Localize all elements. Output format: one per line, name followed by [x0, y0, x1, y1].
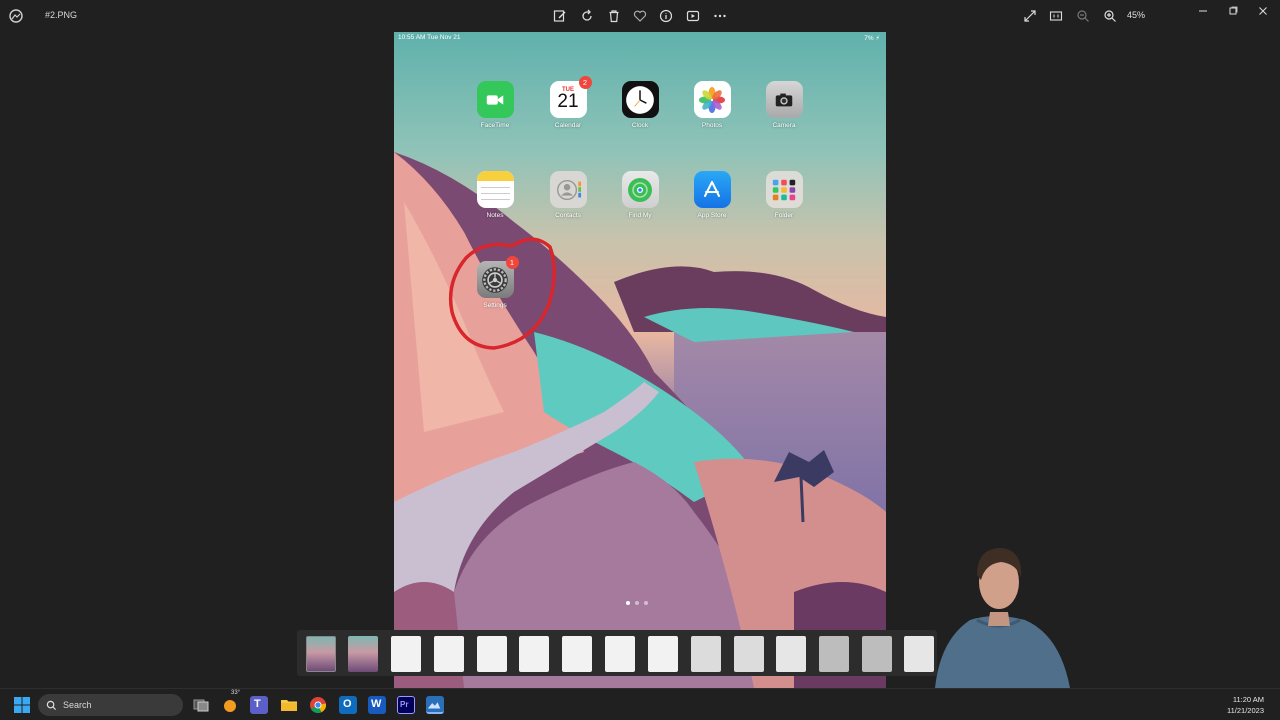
- filmstrip-thumbnail[interactable]: [306, 636, 336, 672]
- filmstrip-thumbnail[interactable]: [434, 636, 464, 672]
- page-indicator[interactable]: [626, 601, 648, 605]
- outlook-icon[interactable]: O: [339, 696, 357, 714]
- minimize-icon[interactable]: [1188, 2, 1218, 20]
- photos-taskbar-icon[interactable]: [426, 696, 444, 714]
- task-view-icon[interactable]: [192, 696, 210, 714]
- taskbar-search[interactable]: Search: [38, 694, 183, 716]
- filmstrip-thumbnail[interactable]: [862, 636, 892, 672]
- info-icon[interactable]: [658, 8, 674, 24]
- filmstrip-thumbnail[interactable]: [819, 636, 849, 672]
- filmstrip-thumbnail[interactable]: [348, 636, 378, 672]
- search-icon: [46, 700, 57, 710]
- filmstrip-thumbnail[interactable]: [776, 636, 806, 672]
- status-battery: 7% ⚡: [864, 35, 880, 42]
- app-app-store[interactable]: App Store: [682, 171, 742, 219]
- edit-icon[interactable]: [552, 8, 568, 24]
- app-find-my[interactable]: Find My: [610, 171, 670, 219]
- viewer-title-bar: #2.PNG 45%: [0, 0, 1280, 32]
- actual-size-icon[interactable]: [1048, 8, 1064, 24]
- settings-gear-icon: 1: [476, 256, 519, 298]
- more-icon[interactable]: [712, 8, 728, 24]
- slideshow-icon[interactable]: [685, 8, 701, 24]
- page-dot: [626, 601, 630, 605]
- app-photos[interactable]: Photos: [682, 81, 742, 129]
- page-dot: [644, 601, 648, 605]
- close-icon[interactable]: [1248, 2, 1278, 20]
- wallpaper-landscape: [394, 152, 886, 688]
- fullscreen-icon[interactable]: [1022, 8, 1038, 24]
- filmstrip-thumbnail[interactable]: [648, 636, 678, 672]
- app-settings[interactable]: 1 Settings: [465, 256, 525, 309]
- settings-badge: 1: [505, 256, 519, 269]
- windows-taskbar: Search 33° T O W Pr 11:20 AM 11/21/2023: [0, 688, 1280, 720]
- app-facetime[interactable]: FaceTime: [465, 81, 525, 129]
- heart-icon[interactable]: [632, 8, 648, 24]
- clock-icon: [621, 81, 659, 118]
- calendar-badge: 2: [578, 76, 592, 89]
- filmstrip-thumbnail[interactable]: [519, 636, 549, 672]
- system-clock[interactable]: 11:20 AM 11/21/2023: [1227, 694, 1264, 716]
- image-filmstrip[interactable]: [297, 630, 937, 676]
- app-contacts[interactable]: Contacts: [538, 171, 598, 219]
- status-time-date: 10:55 AM Tue Nov 21: [398, 34, 461, 41]
- filmstrip-thumbnail[interactable]: [691, 636, 721, 672]
- app-clock[interactable]: Clock: [610, 81, 670, 129]
- folder-icon: [765, 171, 803, 208]
- premiere-pro-icon[interactable]: Pr: [397, 696, 415, 714]
- chrome-icon[interactable]: [309, 696, 327, 714]
- find-my-icon: [621, 171, 659, 208]
- file-name: #2.PNG: [45, 10, 78, 20]
- app-notes[interactable]: Notes: [465, 171, 525, 219]
- app-camera[interactable]: Camera: [754, 81, 814, 129]
- weather-icon[interactable]: 33°: [222, 690, 240, 714]
- camera-icon: [765, 81, 803, 118]
- zoom-out-icon[interactable]: [1075, 8, 1091, 24]
- app-store-icon: [693, 171, 731, 208]
- app-calendar[interactable]: TUE 21 2 Calendar: [538, 76, 598, 129]
- filmstrip-thumbnail[interactable]: [605, 636, 635, 672]
- page-dot: [635, 601, 639, 605]
- word-icon[interactable]: W: [368, 696, 386, 714]
- photos-app-icon: [8, 8, 24, 24]
- webcam-presenter: [935, 548, 1070, 688]
- ipad-screenshot: 10:55 AM Tue Nov 21 7% ⚡ FaceTime TUE 21…: [394, 32, 886, 688]
- file-explorer-icon[interactable]: [280, 696, 298, 714]
- facetime-icon: [476, 81, 514, 118]
- notes-icon: [476, 171, 514, 208]
- filmstrip-thumbnail[interactable]: [734, 636, 764, 672]
- delete-icon[interactable]: [606, 8, 622, 24]
- maximize-icon[interactable]: [1218, 2, 1248, 20]
- windows-start-icon[interactable]: [13, 696, 31, 714]
- teams-icon[interactable]: T: [250, 696, 268, 714]
- app-folder[interactable]: Folder: [754, 171, 814, 219]
- filmstrip-thumbnail[interactable]: [562, 636, 592, 672]
- zoom-level: 45%: [1127, 10, 1146, 20]
- rotate-icon[interactable]: [579, 8, 595, 24]
- zoom-in-icon[interactable]: [1102, 8, 1118, 24]
- contacts-icon: [549, 171, 587, 208]
- calendar-icon: TUE 21 2: [549, 76, 592, 118]
- filmstrip-thumbnail[interactable]: [477, 636, 507, 672]
- photos-icon: [693, 81, 731, 118]
- filmstrip-thumbnail[interactable]: [391, 636, 421, 672]
